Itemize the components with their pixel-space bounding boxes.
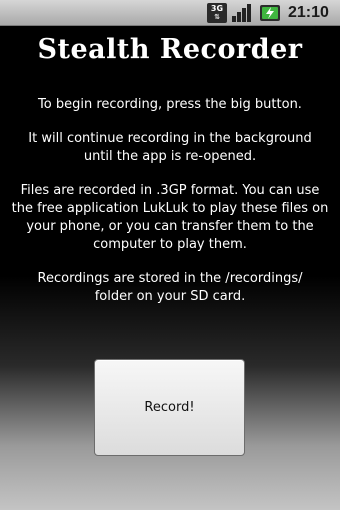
app-title: Stealth Recorder bbox=[37, 34, 303, 65]
background-recording-paragraph: It will continue recording in the backgr… bbox=[28, 131, 312, 164]
signal-bars-icon bbox=[232, 4, 251, 22]
network-label: 3G bbox=[210, 4, 224, 13]
record-button[interactable]: Record! bbox=[94, 359, 245, 456]
file-format-paragraph: Files are recorded in .3GP format. You c… bbox=[11, 183, 329, 252]
battery-charging-icon bbox=[260, 5, 280, 21]
clock-time: 21:10 bbox=[288, 4, 329, 21]
instruction-paragraph: To begin recording, press the big button… bbox=[38, 97, 302, 112]
status-bar: 3G ⇅ 21:10 bbox=[0, 0, 340, 26]
3g-network-icon: 3G ⇅ bbox=[207, 3, 227, 23]
app-screen: Stealth Recorder To begin recording, pre… bbox=[0, 26, 340, 510]
data-activity-arrows-icon: ⇅ bbox=[214, 13, 220, 21]
storage-location-paragraph: Recordings are stored in the /recordings… bbox=[37, 271, 303, 304]
